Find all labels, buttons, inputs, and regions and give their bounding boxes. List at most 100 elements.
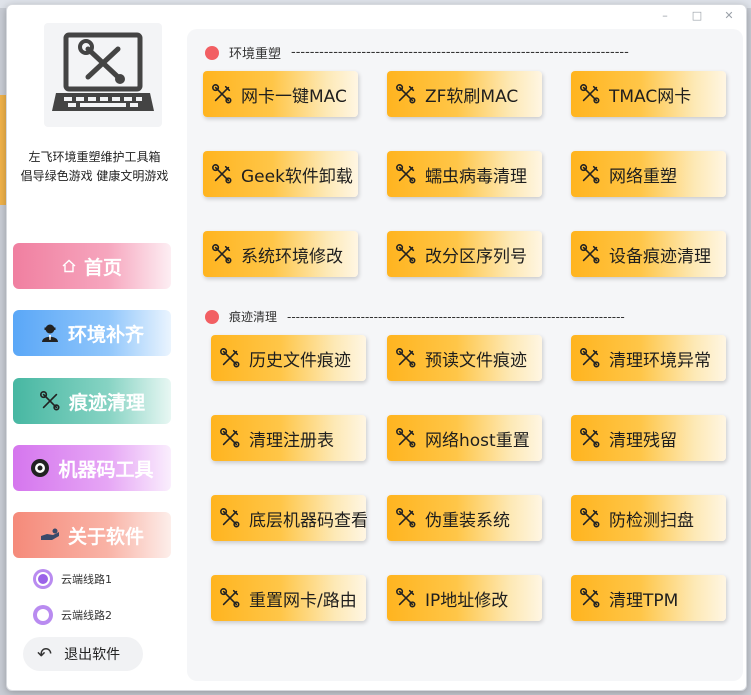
tool-button[interactable]: IP地址修改 xyxy=(387,575,542,621)
tool-button-label: 伪重装系统 xyxy=(425,510,510,531)
hand-icon xyxy=(40,527,60,543)
tools-icon xyxy=(580,164,600,184)
tool-button-label: IP地址修改 xyxy=(425,590,509,611)
tools-icon xyxy=(580,588,600,608)
brand-slogan: 倡导绿色游戏 健康文明游戏 xyxy=(20,169,169,183)
tool-button-label: 历史文件痕迹 xyxy=(249,350,351,371)
radio-button[interactable] xyxy=(33,605,53,625)
tool-button-label: 清理环境异常 xyxy=(609,350,711,371)
tool-button[interactable]: 清理残留 xyxy=(571,415,726,461)
radio-label: 云端线路2 xyxy=(61,609,112,622)
tools-icon xyxy=(212,244,232,264)
main-panel: 环境重塑 ------------------------------------… xyxy=(187,29,743,681)
tool-button-label: 清理TPM xyxy=(609,590,679,611)
tool-button-label: 系统环境修改 xyxy=(241,246,343,267)
tool-button[interactable]: 网络重塑 xyxy=(571,151,726,197)
minimize-icon[interactable]: – xyxy=(658,9,672,22)
nav-item-about[interactable]: 关于软件 xyxy=(13,512,171,558)
tool-button[interactable]: 预读文件痕迹 xyxy=(387,335,542,381)
nav-item-trace-clean[interactable]: 痕迹清理 xyxy=(13,378,171,424)
tool-button[interactable]: 防检测扫盘 xyxy=(571,495,726,541)
window-controls: – □ ✕ xyxy=(658,9,736,22)
section-divider: ----------------------------------------… xyxy=(287,309,625,324)
tools-icon xyxy=(580,348,600,368)
tool-button-label: 底层机器码查看 xyxy=(249,510,368,531)
tool-button[interactable]: 清理环境异常 xyxy=(571,335,726,381)
tools-icon xyxy=(396,244,416,264)
tool-button[interactable]: 清理注册表 xyxy=(211,415,366,461)
tools-icon xyxy=(580,428,600,448)
tool-button[interactable]: 设备痕迹清理 xyxy=(571,231,726,277)
tool-button-label: 改分区序列号 xyxy=(425,246,527,267)
tools-icon xyxy=(220,428,240,448)
radio-cloud-line-1[interactable]: 云端线路1 xyxy=(33,569,112,589)
tools-icon xyxy=(212,84,232,104)
tools-icon xyxy=(212,164,232,184)
tools-icon xyxy=(396,84,416,104)
tool-button[interactable]: 蠕虫病毒清理 xyxy=(387,151,542,197)
tool-button[interactable]: 清理TPM xyxy=(571,575,726,621)
tool-button[interactable]: 网络host重置 xyxy=(387,415,542,461)
tool-button-label: 重置网卡/路由 xyxy=(249,590,357,611)
home-icon xyxy=(62,259,76,273)
tools-icon xyxy=(396,508,416,528)
brand-title: 左飞环境重塑维护工具箱 xyxy=(28,150,161,164)
tool-button-label: Geek软件卸载 xyxy=(241,166,353,187)
tool-button-label: 清理残留 xyxy=(609,430,677,451)
tool-button[interactable]: 网卡一键MAC xyxy=(203,71,358,117)
tool-button[interactable]: ZF软刷MAC xyxy=(387,71,542,117)
tool-button[interactable]: 系统环境修改 xyxy=(203,231,358,277)
nav-item-environment[interactable]: 环境补齐 xyxy=(13,310,171,356)
radio-button-selected[interactable] xyxy=(33,569,53,589)
laptop-tools-icon xyxy=(52,32,154,111)
tool-button[interactable]: 底层机器码查看 xyxy=(211,495,368,541)
tool-button-label: 预读文件痕迹 xyxy=(425,350,527,371)
tools-icon xyxy=(220,508,240,528)
nav-item-label: 环境补齐 xyxy=(67,323,144,346)
section-header-trace-clean: 痕迹清理 ------------------------------------… xyxy=(205,308,625,325)
tool-button[interactable]: 重置网卡/路由 xyxy=(211,575,366,621)
tools-icon xyxy=(580,508,600,528)
sidebar: 左飞环境重塑维护工具箱 倡导绿色游戏 健康文明游戏 首页 环境补齐 痕迹清理 机… xyxy=(7,5,182,690)
tool-button-label: 清理注册表 xyxy=(249,430,334,451)
nav-item-label: 首页 xyxy=(83,256,122,279)
tool-button-label: 防检测扫盘 xyxy=(609,510,694,531)
tools-icon xyxy=(220,348,240,368)
tool-button-label: 蠕虫病毒清理 xyxy=(425,166,527,187)
close-icon[interactable]: ✕ xyxy=(722,9,736,22)
tool-button[interactable]: 历史文件痕迹 xyxy=(211,335,366,381)
tools-icon xyxy=(396,588,416,608)
tools-icon xyxy=(220,588,240,608)
nav-item-home[interactable]: 首页 xyxy=(13,243,171,289)
maximize-icon[interactable]: □ xyxy=(690,9,704,22)
nav-item-label: 机器码工具 xyxy=(58,458,154,481)
radio-cloud-line-2[interactable]: 云端线路2 xyxy=(33,605,112,625)
exit-label: 退出软件 xyxy=(64,647,121,663)
tool-button-label: ZF软刷MAC xyxy=(425,86,519,107)
tool-button-label: 网络host重置 xyxy=(425,430,530,451)
tool-button-label: 设备痕迹清理 xyxy=(609,246,711,267)
nav-item-label: 关于软件 xyxy=(67,525,144,548)
section-bullet xyxy=(205,45,219,60)
tools-icon xyxy=(396,348,416,368)
chip-icon xyxy=(30,458,50,478)
radio-label: 云端线路1 xyxy=(61,573,112,586)
tools-icon xyxy=(396,164,416,184)
tools-icon xyxy=(580,244,600,264)
section-title: 环境重塑 xyxy=(229,47,282,62)
section-title: 痕迹清理 xyxy=(229,310,278,324)
tool-button-label: 网卡一键MAC xyxy=(241,86,347,107)
tool-button-label: 网络重塑 xyxy=(609,166,677,187)
app-window: – □ ✕ 左飞环境重塑维护工具箱 倡导绿色游戏 健康文明游戏 首页 环境补齐 … xyxy=(6,4,747,691)
tool-button[interactable]: 改分区序列号 xyxy=(387,231,542,277)
nav-item-label: 痕迹清理 xyxy=(68,391,145,414)
nav-item-machine-code[interactable]: 机器码工具 xyxy=(13,445,171,491)
tool-button-label: TMAC网卡 xyxy=(609,86,692,107)
tools-icon xyxy=(39,390,61,412)
tool-button[interactable]: 伪重装系统 xyxy=(387,495,542,541)
tool-button[interactable]: TMAC网卡 xyxy=(571,71,726,117)
exit-button[interactable]: ↶ 退出软件 xyxy=(23,637,143,671)
tool-button[interactable]: Geek软件卸载 xyxy=(203,151,358,197)
exit-icon: ↶ xyxy=(37,643,53,665)
section-divider: ----------------------------------------… xyxy=(291,45,629,60)
